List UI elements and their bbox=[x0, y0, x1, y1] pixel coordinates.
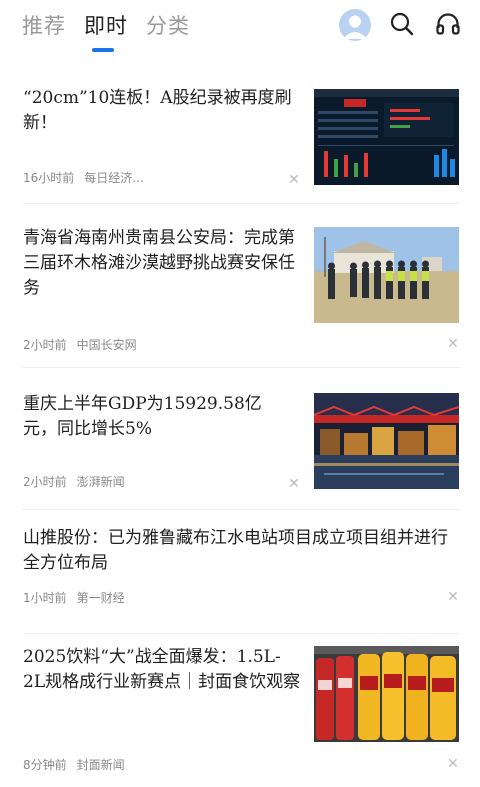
news-time: 16小时前 bbox=[23, 171, 75, 185]
news-meta: 2小时前 中国长安网 bbox=[23, 336, 137, 353]
news-time: 2小时前 bbox=[23, 475, 67, 489]
news-title[interactable]: 山推股份：已为雅鲁藏布江水电站项目成立项目组并进行全方位布局 bbox=[23, 526, 459, 576]
news-thumbnail-beverages[interactable] bbox=[314, 646, 459, 742]
news-source: 澎湃新闻 bbox=[76, 475, 125, 489]
news-meta: 2小时前 澎湃新闻 bbox=[23, 473, 125, 490]
police-lineup-image bbox=[314, 227, 459, 323]
close-icon[interactable]: ✕ bbox=[445, 756, 461, 772]
news-time: 1小时前 bbox=[23, 591, 67, 605]
news-source: 第一财经 bbox=[76, 591, 125, 605]
news-title[interactable]: 重庆上半年GDP为15929.58亿元，同比增长5% bbox=[23, 392, 293, 442]
divider bbox=[23, 203, 460, 204]
news-source: 封面新闻 bbox=[76, 758, 125, 772]
news-thumbnail-city[interactable] bbox=[314, 393, 459, 489]
news-item-3[interactable]: 重庆上半年GDP为15929.58亿元，同比增长5% 2小时前 澎湃新闻 ✕ bbox=[0, 392, 480, 510]
news-item-2[interactable]: 青海省海南州贵南县公安局：完成第三届环木格滩沙漠越野挑战赛安保任务 2小时前 中国… bbox=[0, 226, 480, 368]
divider bbox=[23, 633, 460, 634]
news-meta: 1小时前 第一财经 bbox=[23, 589, 125, 606]
top-bar: 推荐 即时 分类 bbox=[0, 0, 480, 60]
news-title[interactable]: 2025饮料“大”战全面爆发：1.5L-2L规格成行业新赛点｜封面食饮观察 bbox=[23, 645, 301, 695]
user-avatar[interactable] bbox=[339, 9, 371, 41]
news-source: 中国长安网 bbox=[76, 338, 137, 352]
news-thumbnail-stock[interactable] bbox=[314, 89, 459, 185]
close-icon[interactable]: ✕ bbox=[286, 476, 302, 492]
news-title[interactable]: 青海省海南州贵南县公安局：完成第三届环木格滩沙漠越野挑战赛安保任务 bbox=[23, 226, 301, 301]
news-title[interactable]: “20cm”10连板！A股纪录被再度刷新！ bbox=[23, 86, 293, 136]
news-item-1[interactable]: “20cm”10连板！A股纪录被再度刷新！ 16小时前 每日经济... ✕ bbox=[0, 86, 480, 204]
city-night-image bbox=[314, 393, 459, 489]
divider bbox=[23, 509, 460, 510]
news-meta: 16小时前 每日经济... bbox=[23, 169, 144, 186]
stock-screen-image bbox=[314, 89, 459, 185]
news-item-4[interactable]: 山推股份：已为雅鲁藏布江水电站项目成立项目组并进行全方位布局 1小时前 第一财经 … bbox=[0, 526, 480, 636]
avatar-icon bbox=[343, 15, 367, 39]
news-meta: 8分钟前 封面新闻 bbox=[23, 756, 125, 773]
headphones-icon[interactable] bbox=[435, 11, 461, 37]
tab-category[interactable]: 分类 bbox=[146, 10, 190, 40]
news-time: 2小时前 bbox=[23, 338, 67, 352]
news-time: 8分钟前 bbox=[23, 758, 67, 772]
tab-recommend[interactable]: 推荐 bbox=[22, 10, 66, 40]
close-icon[interactable]: ✕ bbox=[286, 172, 302, 188]
close-icon[interactable]: ✕ bbox=[445, 589, 461, 605]
news-thumbnail-police[interactable] bbox=[314, 227, 459, 323]
tab-instant[interactable]: 即时 bbox=[84, 10, 128, 40]
beverage-shelf-image bbox=[314, 646, 459, 742]
active-tab-indicator bbox=[92, 48, 114, 52]
close-icon[interactable]: ✕ bbox=[445, 336, 461, 352]
news-item-5[interactable]: 2025饮料“大”战全面爆发：1.5L-2L规格成行业新赛点｜封面食饮观察 8分… bbox=[0, 645, 480, 785]
search-icon[interactable] bbox=[389, 11, 415, 37]
divider bbox=[23, 367, 460, 368]
news-source: 每日经济... bbox=[84, 171, 144, 185]
